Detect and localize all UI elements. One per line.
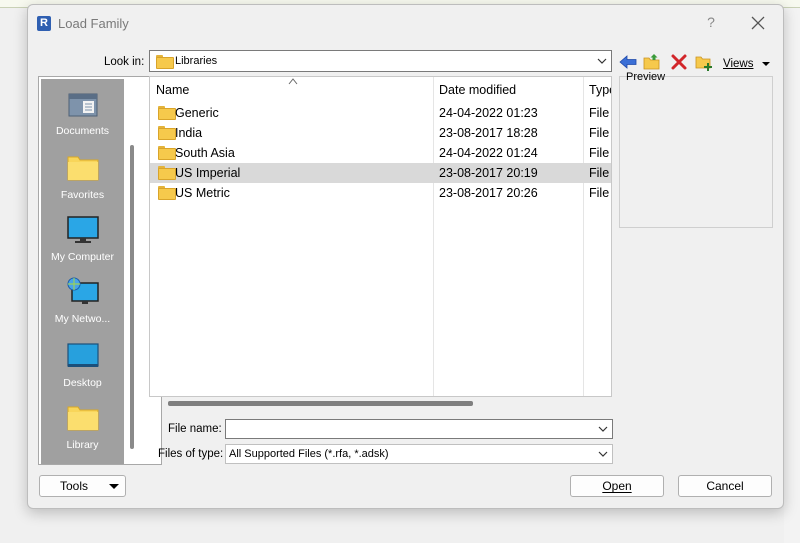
places-scrollbar[interactable] [130, 145, 134, 449]
favorites-folder-icon [67, 156, 98, 181]
place-network[interactable]: My Netwo... [41, 277, 124, 325]
close-button[interactable] [746, 11, 770, 35]
place-favorites[interactable]: Favorites [41, 153, 124, 201]
desktop-icon [66, 343, 99, 367]
file-type-label: Files of type: [158, 448, 224, 460]
column-header-date[interactable]: Date modified [433, 77, 583, 103]
close-icon [751, 16, 765, 30]
chevron-down-icon[interactable] [597, 423, 609, 435]
file-date: 23-08-2017 18:28 [439, 126, 538, 140]
computer-icon [66, 216, 99, 243]
chevron-down-icon [597, 58, 607, 64]
sort-ascending-icon [288, 78, 298, 85]
folder-icon [158, 126, 176, 140]
file-name-input[interactable] [225, 419, 613, 439]
look-in-value: Libraries [175, 55, 218, 67]
cancel-label: Cancel [706, 479, 744, 493]
library-folder-icon [67, 406, 98, 431]
views-dropdown-arrow-icon[interactable] [762, 62, 770, 66]
file-type: File [589, 106, 610, 120]
horizontal-scrollbar[interactable] [168, 401, 473, 406]
file-list: Name Date modified Type Generic 24-04-20… [149, 76, 612, 397]
folder-icon [156, 55, 174, 69]
place-label: Favorites [60, 189, 105, 201]
places-list: Documents Favorites My Computer My Netwo… [41, 79, 124, 464]
file-date: 24-04-2022 01:23 [439, 106, 538, 120]
folder-icon [158, 166, 176, 180]
place-library[interactable]: Library [41, 403, 124, 451]
place-label: Library [66, 439, 99, 451]
up-folder-icon[interactable] [642, 52, 662, 72]
back-arrow-icon[interactable] [618, 52, 638, 72]
background-scroll-area [784, 8, 800, 543]
network-icon [67, 277, 99, 304]
place-desktop[interactable]: Desktop [41, 341, 124, 389]
file-type: File [589, 166, 610, 180]
preview-label: Preview [626, 71, 666, 83]
tools-button[interactable]: Tools [39, 475, 126, 497]
file-row[interactable]: India 23-08-2017 18:28 File [150, 123, 611, 143]
dialog-title: Load Family [58, 16, 129, 31]
open-label: Open [602, 479, 632, 493]
file-type: File [589, 126, 610, 140]
place-label: My Netwo... [54, 313, 111, 325]
places-bar: Documents Favorites My Computer My Netwo… [38, 76, 162, 465]
title-bar: R Load Family ? [28, 5, 783, 41]
file-row[interactable]: South Asia 24-04-2022 01:24 File [150, 143, 611, 163]
file-type: File [589, 146, 610, 160]
help-button[interactable]: ? [704, 14, 718, 30]
views-button[interactable]: Views [723, 58, 753, 70]
cancel-button[interactable]: Cancel [678, 475, 772, 497]
look-in-label: Look in: [104, 56, 145, 68]
file-name: Generic [175, 106, 219, 120]
file-row-selected[interactable]: US Imperial 23-08-2017 20:19 File [150, 163, 611, 183]
file-date: 23-08-2017 20:19 [439, 166, 538, 180]
file-type-value: All Supported Files (*.rfa, *.adsk) [229, 448, 389, 460]
place-documents[interactable]: Documents [41, 89, 124, 137]
folder-icon [158, 146, 176, 160]
chevron-down-icon [598, 451, 608, 457]
tools-dropdown-arrow-icon [109, 484, 119, 489]
file-name: South Asia [175, 146, 235, 160]
place-label: My Computer [50, 251, 114, 263]
place-label: Documents [55, 125, 110, 137]
file-row[interactable]: US Metric 23-08-2017 20:26 File [150, 183, 611, 203]
column-header-type[interactable]: Type [583, 77, 611, 103]
file-date: 24-04-2022 01:24 [439, 146, 538, 160]
folder-icon [158, 186, 176, 200]
look-in-dropdown[interactable]: Libraries [149, 50, 612, 72]
new-folder-icon[interactable] [694, 52, 714, 72]
file-name: US Metric [175, 186, 230, 200]
file-date: 23-08-2017 20:26 [439, 186, 538, 200]
revit-app-icon: R [37, 16, 51, 31]
file-name: US Imperial [175, 166, 241, 180]
file-type-dropdown[interactable]: All Supported Files (*.rfa, *.adsk) [225, 444, 613, 464]
open-button[interactable]: Open [570, 475, 664, 497]
folder-icon [158, 106, 176, 120]
delete-icon[interactable] [669, 52, 689, 72]
file-row[interactable]: Generic 24-04-2022 01:23 File [150, 103, 611, 123]
place-label: Desktop [63, 377, 102, 389]
documents-icon [68, 93, 97, 117]
file-name-label: File name: [168, 423, 222, 435]
file-type: File [589, 186, 610, 200]
file-name: India [175, 126, 203, 140]
preview-pane [619, 76, 773, 228]
tools-label: Tools [60, 479, 89, 493]
place-my-computer[interactable]: My Computer [41, 215, 124, 263]
load-family-dialog: R Load Family ? Look in: Libraries Views [27, 4, 784, 509]
